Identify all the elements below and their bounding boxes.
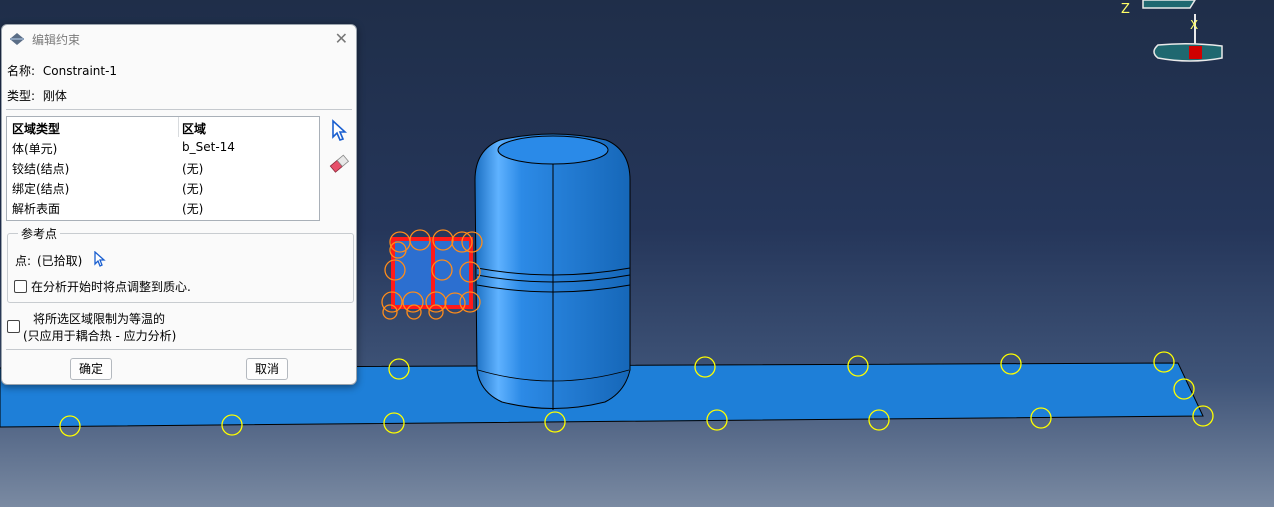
dialog-title: 编辑约束 [32, 33, 81, 47]
region-type-cell: 铰结(结点) [12, 162, 70, 176]
type-label: 类型: [7, 89, 36, 103]
name-label: 名称: [7, 64, 36, 78]
isothermal-note: (只应用于耦合热 - 应力分析) [23, 329, 177, 343]
dialog-titlebar[interactable]: 编辑约束 ✕ [2, 25, 356, 53]
adjust-centroid-checkbox[interactable] [14, 280, 27, 293]
region-type-cell: 体(单元) [12, 142, 58, 156]
constraint-icon [10, 33, 24, 45]
region-type-cell: 解析表面 [12, 202, 61, 216]
table-header: 区域类型 区域 [7, 117, 319, 137]
column-divider [178, 117, 179, 137]
axis-x-label: X [1190, 18, 1198, 32]
select-arrow-icon[interactable] [328, 119, 350, 141]
type-value: 刚体 [42, 89, 67, 103]
axis-z-label: Z [1121, 2, 1130, 17]
rigid-body-box[interactable] [381, 229, 483, 320]
cylinder-part[interactable] [474, 133, 631, 410]
region-cell: (无) [182, 162, 204, 176]
reference-point-group: 参考点 点: (已拾取) 在分析开始时将点调整到质心. [7, 225, 354, 303]
point-label: 点: [15, 254, 32, 268]
isothermal-label: 将所选区域限制为等温的 [33, 312, 166, 326]
table-row[interactable]: 解析表面 (无) [7, 197, 319, 217]
pick-point-icon[interactable] [92, 251, 106, 267]
region-cell: (无) [182, 182, 204, 196]
table-row[interactable]: 体(单元) b_Set-14 [7, 137, 319, 157]
table-row[interactable]: 绑定(结点) (无) [7, 177, 319, 197]
region-type-cell: 绑定(结点) [12, 182, 70, 196]
name-row: 名称: Constraint-1 [7, 62, 117, 79]
adjust-centroid-label: 在分析开始时将点调整到质心. [31, 280, 191, 294]
name-value: Constraint-1 [42, 64, 118, 78]
divider [6, 109, 352, 110]
cancel-button[interactable]: 取消 [246, 358, 288, 380]
type-row: 类型: 刚体 [7, 87, 67, 104]
col-header-region: 区域 [182, 122, 207, 136]
divider [6, 349, 352, 350]
table-row[interactable]: 铰结(结点) (无) [7, 157, 319, 177]
region-table[interactable]: 区域类型 区域 体(单元) b_Set-14 铰结(结点) (无) 绑定(结点)… [6, 116, 320, 221]
close-icon[interactable]: ✕ [335, 29, 348, 48]
point-value: (已拾取) [37, 254, 83, 268]
region-cell: (无) [182, 202, 204, 216]
eraser-icon[interactable] [328, 153, 350, 175]
ok-button[interactable]: 确定 [70, 358, 112, 380]
view-triad: Z X [1121, 0, 1223, 62]
region-cell: b_Set-14 [182, 140, 235, 154]
isothermal-checkbox[interactable] [7, 320, 20, 333]
reference-point-legend: 参考点 [18, 225, 61, 242]
edit-constraint-dialog: 编辑约束 ✕ 名称: Constraint-1 类型: 刚体 区域类型 区域 体… [1, 24, 357, 385]
col-header-region-type: 区域类型 [12, 122, 61, 136]
